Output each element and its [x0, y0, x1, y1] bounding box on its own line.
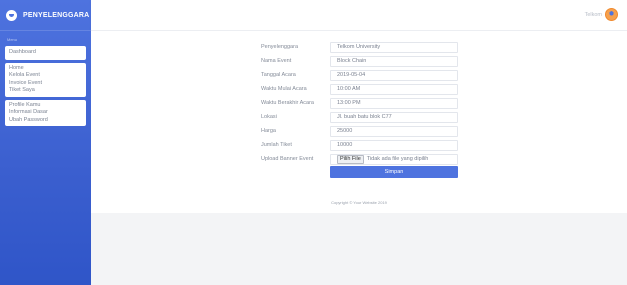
form-row-upload: Upload Banner Event Pilih File Tidak ada… — [261, 152, 458, 166]
field-label: Upload Banner Event — [261, 156, 314, 162]
sidebar-item-informasi-dasar[interactable]: Informasi Dasar — [9, 109, 82, 117]
nama-event-field[interactable]: Block Chain — [330, 55, 458, 67]
sidebar-brand[interactable]: PENYELENGGARA — [0, 0, 91, 31]
main-content: Penyelenggara Telkom University Nama Eve… — [91, 30, 627, 213]
footer-copyright: Copyright © Your Website 2019 — [331, 199, 387, 205]
field-label: Nama Event — [261, 58, 292, 64]
form-row-lokasi: Lokasi Jl. buah batu blok C77 — [261, 110, 458, 124]
sidebar-item-ubah-password[interactable]: Ubah Password — [9, 117, 82, 125]
field-label: Penyelenggara — [261, 44, 299, 50]
sidebar-item-tiket-saya[interactable]: Tiket Saya — [9, 87, 82, 95]
form-row-waktu-mulai: Waktu Mulai Acara 10:00 AM — [261, 82, 458, 96]
avatar[interactable] — [605, 8, 618, 21]
waktu-mulai-field[interactable]: 10:00 AM — [330, 83, 458, 95]
field-label: Jumlah Tiket — [261, 142, 292, 148]
form-row-waktu-berakhir: Waktu Berakhir Acara 13:00 PM — [261, 96, 458, 110]
menu-heading: Menu — [7, 37, 18, 42]
form-row-tanggal: Tanggal Acara 2019-05-04 — [261, 68, 458, 82]
smile-icon — [6, 9, 17, 21]
field-label: Waktu Berakhir Acara — [261, 100, 314, 106]
form-row-jumlah-tiket: Jumlah Tiket 10000 — [261, 138, 458, 152]
sidebar-group-main: Home Kelola Event Invoice Event Tiket Sa… — [5, 62, 86, 97]
sidebar-item-home[interactable]: Home — [9, 65, 82, 73]
brand-title: PENYELENGGARA — [23, 11, 90, 19]
sidebar-item-kelola-event[interactable]: Kelola Event — [9, 72, 82, 80]
field-label: Waktu Mulai Acara — [261, 86, 307, 92]
sidebar-group-dashboard: Dashboard — [5, 46, 86, 60]
topbar: Telkom — [91, 0, 627, 30]
sidebar: PENYELENGGARA Menu Dashboard Home Kelola… — [0, 0, 91, 285]
form-row-harga: Harga 25000 — [261, 124, 458, 138]
sidebar-group-profile: Profile Kamu Informasi Dasar Ubah Passwo… — [5, 99, 86, 126]
field-label: Tanggal Acara — [261, 72, 296, 78]
save-button[interactable]: Simpan — [330, 166, 458, 178]
field-label: Harga — [261, 128, 276, 134]
penyelenggara-field[interactable]: Telkom University — [330, 41, 458, 53]
user-menu[interactable]: Telkom — [585, 8, 618, 21]
jumlah-tiket-field[interactable]: 10000 — [330, 139, 458, 151]
event-form: Penyelenggara Telkom University Nama Eve… — [261, 40, 458, 178]
harga-field[interactable]: 25000 — [330, 125, 458, 137]
sidebar-item-dashboard[interactable]: Dashboard — [9, 49, 82, 57]
lokasi-field[interactable]: Jl. buah batu blok C77 — [330, 111, 458, 123]
form-row-penyelenggara: Penyelenggara Telkom University — [261, 40, 458, 54]
user-name: Telkom — [584, 11, 602, 18]
banner-file-input[interactable]: Pilih File Tidak ada file yang dipilih — [330, 153, 458, 165]
sidebar-item-profile[interactable]: Profile Kamu — [9, 102, 82, 110]
waktu-berakhir-field[interactable]: 13:00 PM — [330, 97, 458, 109]
field-label: Lokasi — [261, 114, 277, 120]
form-row-nama-event: Nama Event Block Chain — [261, 54, 458, 68]
file-status: Tidak ada file yang dipilih — [366, 156, 429, 162]
sidebar-item-invoice-event[interactable]: Invoice Event — [9, 80, 82, 88]
tanggal-field[interactable]: 2019-05-04 — [330, 69, 458, 81]
choose-file-button[interactable]: Pilih File — [337, 154, 364, 164]
